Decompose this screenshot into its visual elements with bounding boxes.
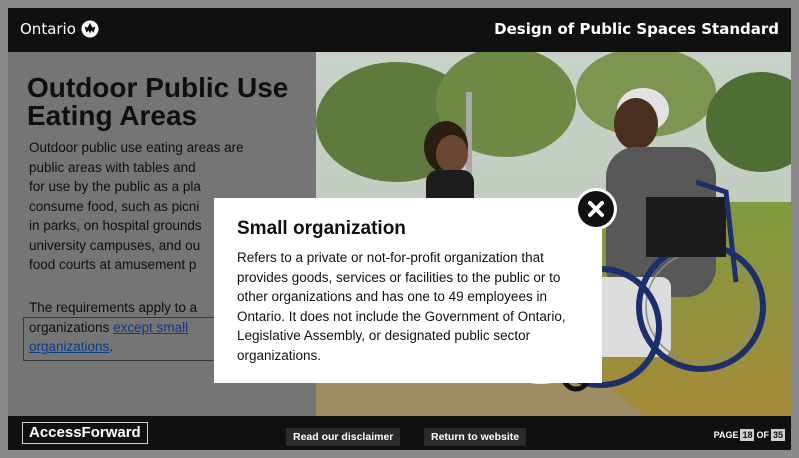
slide-content: Outdoor Public Use Eating Areas Outdoor … bbox=[8, 52, 791, 416]
modal-title: Small organization bbox=[237, 218, 406, 239]
link-focus-outline bbox=[23, 317, 219, 361]
modal-text: Refers to a private or not-for-profit or… bbox=[237, 250, 566, 363]
header: Ontario Design of Public Spaces Standard bbox=[8, 8, 791, 52]
total-pages: 35 bbox=[770, 429, 785, 441]
disclaimer-button[interactable]: Read our disclaimer bbox=[286, 428, 401, 446]
close-icon bbox=[578, 191, 614, 227]
page-indicator: PAGE 18 OF 35 bbox=[714, 429, 785, 441]
current-page: 18 bbox=[740, 429, 755, 441]
requirements-text: The requirements apply to a bbox=[29, 300, 198, 315]
ontario-brand[interactable]: Ontario bbox=[20, 20, 99, 38]
page-label: PAGE bbox=[713, 430, 739, 440]
return-to-website-button[interactable]: Return to website bbox=[424, 428, 527, 446]
of-label: OF bbox=[756, 430, 769, 440]
close-modal-button[interactable] bbox=[575, 188, 617, 230]
definition-modal: Small organization Refers to a private o… bbox=[214, 198, 602, 383]
trillium-icon bbox=[81, 20, 99, 38]
footer: AccessForward Read our disclaimer Return… bbox=[8, 416, 791, 450]
app-frame: Ontario Design of Public Spaces Standard… bbox=[8, 8, 791, 450]
course-title: Design of Public Spaces Standard bbox=[494, 20, 779, 38]
page-title: Outdoor Public Use Eating Areas bbox=[27, 72, 289, 131]
brand-name: Ontario bbox=[20, 20, 76, 38]
accessforward-logo[interactable]: AccessForward bbox=[22, 422, 148, 444]
